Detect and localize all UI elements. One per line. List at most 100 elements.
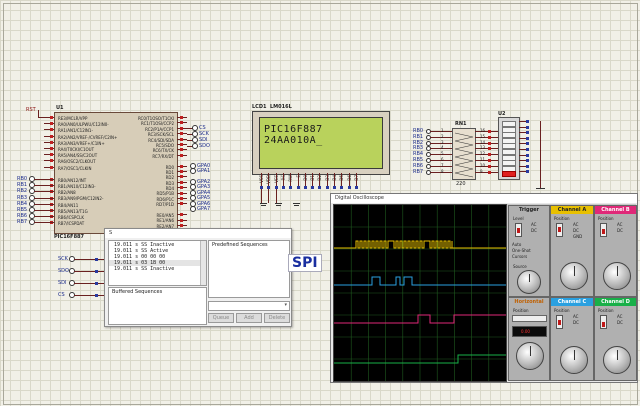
one-shot-mode[interactable]: One-Shot — [512, 248, 531, 253]
mcu-part: PIC16F887 — [54, 234, 85, 240]
rn-pin-number: 13 — [480, 145, 486, 151]
rb-terminal-label: RB6 — [17, 213, 28, 220]
bar-led-on — [502, 171, 516, 178]
rb-terminal-label: RB7 — [17, 219, 28, 226]
resistor-zigzag-icon — [454, 132, 474, 178]
led-bargraph[interactable] — [498, 117, 520, 180]
ground-icon — [275, 203, 282, 204]
rn-pin-number: 16 — [480, 128, 486, 133]
buffered-label: Buffered Sequences — [112, 289, 163, 295]
time-display: 0.00 — [512, 326, 547, 337]
lcd-ref: LCD1 — [252, 104, 267, 110]
rn-pin-number: 5 — [441, 151, 444, 157]
channel-c-position[interactable] — [556, 315, 563, 329]
spi-pin-label: SDI — [58, 280, 67, 286]
gpa-terminal-label: GPA1 — [197, 168, 211, 175]
lcd-part: LM016L — [270, 104, 292, 110]
rn-pin-number: 6 — [441, 157, 444, 162]
rb-terminal-label: RB2 — [17, 188, 28, 195]
channel-a-title: Channel A — [551, 206, 593, 214]
oscilloscope-screen[interactable] — [333, 204, 507, 382]
rb-terminal-label: RB3 — [17, 194, 28, 201]
spi-debugger-window[interactable]: S 19.011 s SS Inactive 19.011 s SS Active… — [104, 228, 292, 327]
predefined-sequences-panel[interactable]: Predefined Sequences — [208, 240, 290, 298]
rn-pin-number: 1 — [441, 128, 444, 133]
scope-controls: Trigger Level AC DC Auto One-Shot Cursor… — [507, 204, 637, 381]
ground-icon — [260, 203, 267, 204]
spi-pin-label: CS — [58, 292, 65, 298]
source-label: Source — [513, 264, 527, 269]
channel-d-group: Channel D Position AC DC — [594, 297, 637, 381]
rst-label: RST — [26, 107, 36, 113]
rn-pin-number: 12 — [480, 151, 486, 157]
lcd-module[interactable]: PIC16F887 24AA010A_ — [252, 111, 390, 175]
channel-b-volts-knob[interactable] — [603, 262, 631, 290]
rb-terminal-label: RB5 — [17, 207, 28, 213]
auto-mode[interactable]: Auto — [512, 242, 521, 247]
channel-c-title: Channel C — [551, 298, 593, 306]
trigger-title: Trigger — [518, 207, 540, 213]
spi-pin-label: SDO — [58, 268, 69, 274]
oscilloscope-window[interactable]: Digital Oscilloscope Trigger Level AC DC… — [330, 193, 638, 383]
queue-button[interactable]: Queue — [208, 313, 234, 323]
horizontal-group: Horizontal Position 0.00 — [508, 297, 550, 381]
rc-terminal-label: SDO — [199, 143, 210, 149]
terminal[interactable] — [190, 206, 196, 212]
log-entry[interactable]: 19.011 s SS Inactive — [109, 266, 206, 272]
horizontal-position-slider[interactable] — [512, 315, 547, 322]
mcu-pin-label: RB7/ICSPDAT — [58, 221, 85, 227]
channel-a-volts-knob[interactable] — [560, 262, 588, 290]
spi-debugger-label: SPI — [288, 254, 322, 272]
terminal[interactable] — [192, 143, 198, 149]
rn-pin-number: 2 — [441, 133, 444, 139]
channel-b-group: Channel B Position AC DC — [594, 205, 637, 297]
cursors-mode[interactable]: Cursors — [512, 254, 527, 259]
channel-d-position[interactable] — [600, 315, 607, 329]
log-scrollbar[interactable] — [200, 241, 206, 285]
channel-b-position[interactable] — [600, 223, 607, 237]
rb-terminal-label: RB4 — [17, 200, 28, 207]
rb-terminal-label: RB1 — [17, 182, 28, 189]
add-button[interactable]: Add — [236, 313, 262, 323]
mcu-ref: U1 — [56, 105, 64, 111]
rn-pin-number: 3 — [441, 139, 444, 145]
rn-pin-number: 8 — [441, 168, 444, 174]
resnet-value: 220 — [456, 181, 466, 187]
timebase-knob[interactable] — [516, 342, 544, 370]
spi-log-panel[interactable]: 19.011 s SS Inactive 19.011 s SS Active 19… — [108, 240, 207, 286]
source-knob[interactable] — [517, 270, 541, 294]
rn-pin-number: 14 — [480, 139, 486, 145]
channel-d-volts-knob[interactable] — [603, 346, 631, 374]
channel-a-position[interactable] — [556, 223, 563, 237]
rn-pin-number: 15 — [480, 133, 486, 139]
gpa-terminal-label: GPA7 — [197, 206, 211, 212]
rn-pin-number: 9 — [480, 168, 483, 174]
channel-d-title: Channel D — [595, 298, 636, 306]
horizontal-title: Horizontal — [514, 299, 544, 305]
rn-pin-number: 4 — [441, 145, 444, 151]
schematic-canvas[interactable]: RST U1 RE3/MCLR/VPP RA0/AN0/ULPWU/C12IN0-… — [0, 0, 640, 406]
rn-pin-number: 11 — [480, 157, 486, 162]
buffered-sequences-panel[interactable]: Buffered Sequences — [108, 287, 207, 325]
mcu-chip[interactable]: RE3/MCLR/VPP RA0/AN0/ULPWU/C12IN0- RA1/AN1… — [54, 112, 178, 234]
rn-pin-number: 10 — [480, 162, 486, 168]
spi-debugger-title: S — [105, 229, 291, 238]
oscilloscope-title: Digital Oscilloscope — [331, 194, 637, 203]
sequence-input[interactable]: ▾ — [208, 301, 290, 311]
trigger-level-switch[interactable] — [515, 223, 522, 237]
resnet-ref: RN1 — [455, 121, 467, 127]
trigger-group: Trigger Level AC DC Auto One-Shot Cursor… — [508, 205, 550, 297]
lcd-line1: PIC16F887 24AA010A_ — [264, 124, 323, 146]
channel-b-title: Channel B — [595, 206, 636, 214]
channel-c-group: Channel C Position AC DC — [550, 297, 594, 381]
lcd-screen: PIC16F887 24AA010A_ — [259, 117, 383, 169]
ground-icon — [293, 203, 300, 204]
channel-c-volts-knob[interactable] — [560, 346, 588, 374]
delete-button[interactable]: Delete — [264, 313, 290, 323]
resistor-network[interactable] — [452, 128, 476, 180]
rn-net-label: RB7 — [413, 168, 424, 175]
ground-icon — [536, 188, 545, 189]
spi-pin-label: SCK — [58, 256, 68, 262]
rb-terminal-label: RB0 — [17, 176, 28, 182]
chevron-down-icon[interactable]: ▾ — [284, 302, 287, 308]
